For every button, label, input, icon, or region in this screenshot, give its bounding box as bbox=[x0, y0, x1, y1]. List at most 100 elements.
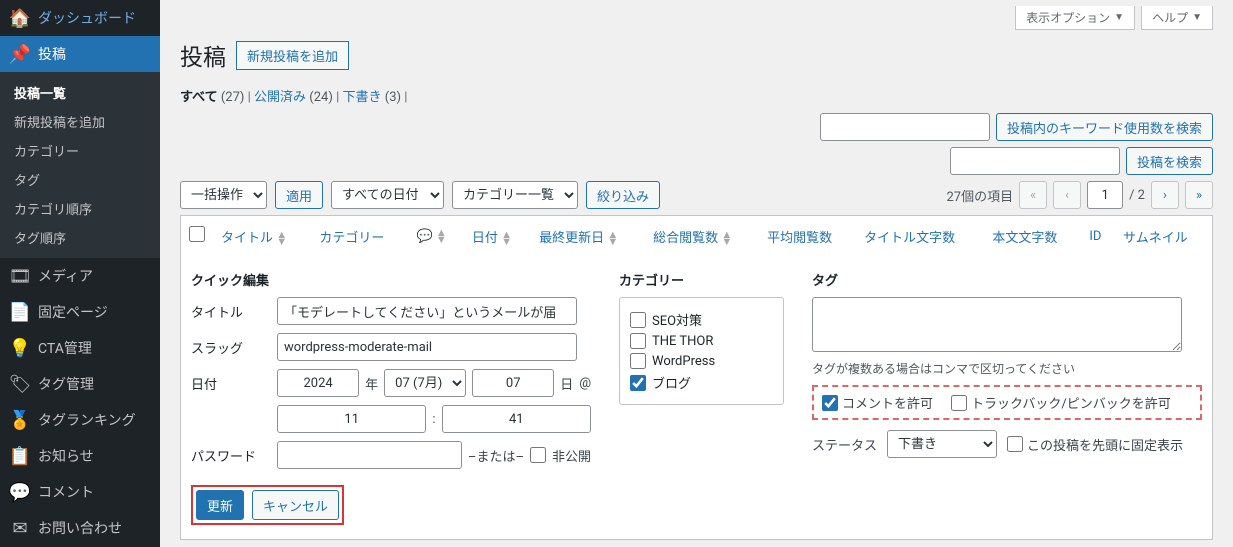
page-icon: 📄 bbox=[10, 302, 30, 322]
bulk-apply-button[interactable]: 適用 bbox=[275, 181, 323, 209]
hour-input[interactable] bbox=[277, 405, 426, 433]
cat-seo-checkbox[interactable] bbox=[630, 312, 646, 328]
col-comments[interactable]: 💬 ▲▼ bbox=[408, 216, 463, 257]
status-label: ステータス bbox=[812, 435, 877, 454]
allow-pings-checkbox[interactable] bbox=[951, 395, 967, 411]
password-input[interactable] bbox=[277, 441, 462, 469]
sidebar-item-tagmgr[interactable]: 🏷タグ管理 bbox=[0, 366, 160, 402]
year-input[interactable] bbox=[277, 369, 359, 397]
help-toggle[interactable]: ヘルプ▼ bbox=[1141, 6, 1213, 30]
sidebar-item-media[interactable]: 🎞メディア bbox=[0, 258, 160, 294]
sidebar-item-cat-order[interactable]: カテゴリ順序 bbox=[0, 194, 160, 223]
prev-page-button[interactable]: ‹ bbox=[1053, 181, 1081, 209]
category-list: SEO対策 THE THOR WordPress ブログ bbox=[619, 297, 784, 405]
sort-icon: ▲▼ bbox=[607, 231, 618, 245]
col-avgviews: 平均閲覧数 bbox=[759, 216, 856, 257]
post-search-input[interactable] bbox=[950, 147, 1120, 175]
sidebar-item-posts[interactable]: 📌投稿 bbox=[0, 36, 160, 72]
sidebar-item-posts-list[interactable]: 投稿一覧 bbox=[0, 78, 160, 107]
tag-icon: 🏷 bbox=[10, 374, 30, 394]
col-totalviews[interactable]: 総合閲覧数 ▲▼ bbox=[645, 216, 759, 257]
minute-input[interactable] bbox=[442, 405, 591, 433]
media-icon: 🎞 bbox=[10, 266, 30, 286]
sidebar-item-categories[interactable]: カテゴリー bbox=[0, 136, 160, 165]
cancel-button[interactable]: キャンセル bbox=[252, 490, 339, 520]
award-icon: 🏅 bbox=[10, 410, 30, 430]
sort-icon: ▲▼ bbox=[501, 231, 512, 245]
col-category: カテゴリー bbox=[311, 216, 408, 257]
private-checkbox[interactable] bbox=[530, 447, 546, 463]
sidebar-item-comments[interactable]: 💬コメント bbox=[0, 474, 160, 510]
col-lastmod[interactable]: 最終更新日 ▲▼ bbox=[531, 216, 645, 257]
chevron-down-icon: ▼ bbox=[1192, 12, 1202, 23]
current-page-input[interactable] bbox=[1087, 181, 1123, 209]
view-draft[interactable]: 下書き bbox=[343, 90, 382, 105]
tags-textarea[interactable] bbox=[812, 297, 1182, 352]
items-count: 27個の項目 bbox=[946, 186, 1013, 205]
sidebar-item-dashboard[interactable]: 🏠ダッシュボード bbox=[0, 0, 160, 36]
category-filter-select[interactable]: カテゴリー一覧 bbox=[452, 181, 578, 209]
sticky-checkbox[interactable] bbox=[1007, 436, 1023, 452]
col-date[interactable]: 日付 ▲▼ bbox=[464, 216, 531, 257]
tag-hint: タグが複数ある場合はコンマで区切ってください bbox=[812, 360, 1202, 377]
sort-icon: ▲▼ bbox=[276, 231, 287, 245]
date-label: 日付 bbox=[191, 374, 271, 393]
col-title[interactable]: タイトル ▲▼ bbox=[213, 216, 311, 257]
title-label: タイトル bbox=[191, 302, 271, 321]
sort-icon: ▲▼ bbox=[721, 231, 732, 245]
sidebar-item-pages[interactable]: 📄固定ページ bbox=[0, 294, 160, 330]
update-button[interactable]: 更新 bbox=[196, 490, 244, 520]
col-bodychars: 本文文字数 bbox=[984, 216, 1081, 257]
pin-icon: 📌 bbox=[10, 44, 30, 64]
last-page-button[interactable]: » bbox=[1185, 181, 1213, 209]
tag-heading: タグ bbox=[812, 270, 1202, 289]
filter-button[interactable]: 絞り込み bbox=[586, 181, 660, 209]
sidebar-item-contact[interactable]: ✉お問い合わせ bbox=[0, 510, 160, 546]
bulk-action-select[interactable]: 一括操作 bbox=[180, 181, 267, 209]
lightbulb-icon: 💡 bbox=[10, 338, 30, 358]
first-page-button[interactable]: « bbox=[1019, 181, 1047, 209]
note-icon: 📋 bbox=[10, 446, 30, 466]
sidebar-item-tags[interactable]: タグ bbox=[0, 165, 160, 194]
post-search-button[interactable]: 投稿を検索 bbox=[1126, 147, 1213, 175]
day-input[interactable] bbox=[472, 369, 554, 397]
cat-blog-checkbox[interactable] bbox=[630, 375, 646, 391]
sidebar-item-tagrank[interactable]: 🏅タグランキング bbox=[0, 402, 160, 438]
page-title: 投稿 bbox=[180, 38, 226, 72]
keyword-search-input[interactable] bbox=[820, 113, 990, 141]
main-content: 表示オプション▼ ヘルプ▼ 投稿 新規投稿を追加 すべて (27) | 公開済み… bbox=[160, 0, 1233, 547]
quick-edit-row: クイック編集 タイトル スラッグ 日付 年 07 (7月) 日 @ bbox=[181, 256, 1213, 540]
slug-input[interactable] bbox=[277, 333, 577, 361]
keyword-search-button[interactable]: 投稿内のキーワード使用数を検索 bbox=[996, 113, 1213, 141]
view-all[interactable]: すべて bbox=[180, 90, 218, 105]
next-page-button[interactable]: › bbox=[1151, 181, 1179, 209]
select-all-checkbox[interactable] bbox=[189, 226, 205, 242]
cat-wp-checkbox[interactable] bbox=[630, 353, 646, 369]
title-input[interactable] bbox=[277, 297, 577, 325]
col-thumb: サムネイル bbox=[1115, 216, 1213, 257]
total-pages: / 2 bbox=[1129, 188, 1145, 203]
screen-options-toggle[interactable]: 表示オプション▼ bbox=[1015, 6, 1135, 30]
admin-sidebar: 🏠ダッシュボード 📌投稿 投稿一覧 新規投稿を追加 カテゴリー タグ カテゴリ順… bbox=[0, 0, 160, 547]
month-select[interactable]: 07 (7月) bbox=[384, 369, 466, 397]
sidebar-item-notice[interactable]: 📋お知らせ bbox=[0, 438, 160, 474]
dashboard-icon: 🏠 bbox=[10, 8, 30, 28]
status-select[interactable]: 下書き bbox=[887, 430, 997, 458]
view-published[interactable]: 公開済み bbox=[254, 90, 306, 105]
comment-settings-box: コメントを許可 トラックバック/ピンバックを許可 bbox=[812, 385, 1202, 420]
comment-icon: 💬 bbox=[416, 229, 432, 244]
mail-icon: ✉ bbox=[10, 518, 30, 538]
col-id: ID bbox=[1081, 216, 1115, 257]
cat-thor-checkbox[interactable] bbox=[630, 333, 646, 349]
sidebar-item-cta[interactable]: 💡CTA管理 bbox=[0, 330, 160, 366]
sidebar-item-posts-new[interactable]: 新規投稿を追加 bbox=[0, 107, 160, 136]
view-filters: すべて (27) | 公開済み (24) | 下書き (3) | bbox=[180, 86, 1213, 105]
col-titlechars: タイトル文字数 bbox=[856, 216, 984, 257]
password-label: パスワード bbox=[191, 446, 271, 465]
comment-icon: 💬 bbox=[10, 482, 30, 502]
posts-table: タイトル ▲▼ カテゴリー 💬 ▲▼ 日付 ▲▼ 最終更新日 ▲▼ 総合閲覧数 … bbox=[180, 215, 1213, 540]
allow-comments-checkbox[interactable] bbox=[822, 395, 838, 411]
add-new-button[interactable]: 新規投稿を追加 bbox=[236, 41, 349, 70]
sidebar-item-tag-order[interactable]: タグ順序 bbox=[0, 223, 160, 252]
date-filter-select[interactable]: すべての日付 bbox=[331, 181, 444, 209]
